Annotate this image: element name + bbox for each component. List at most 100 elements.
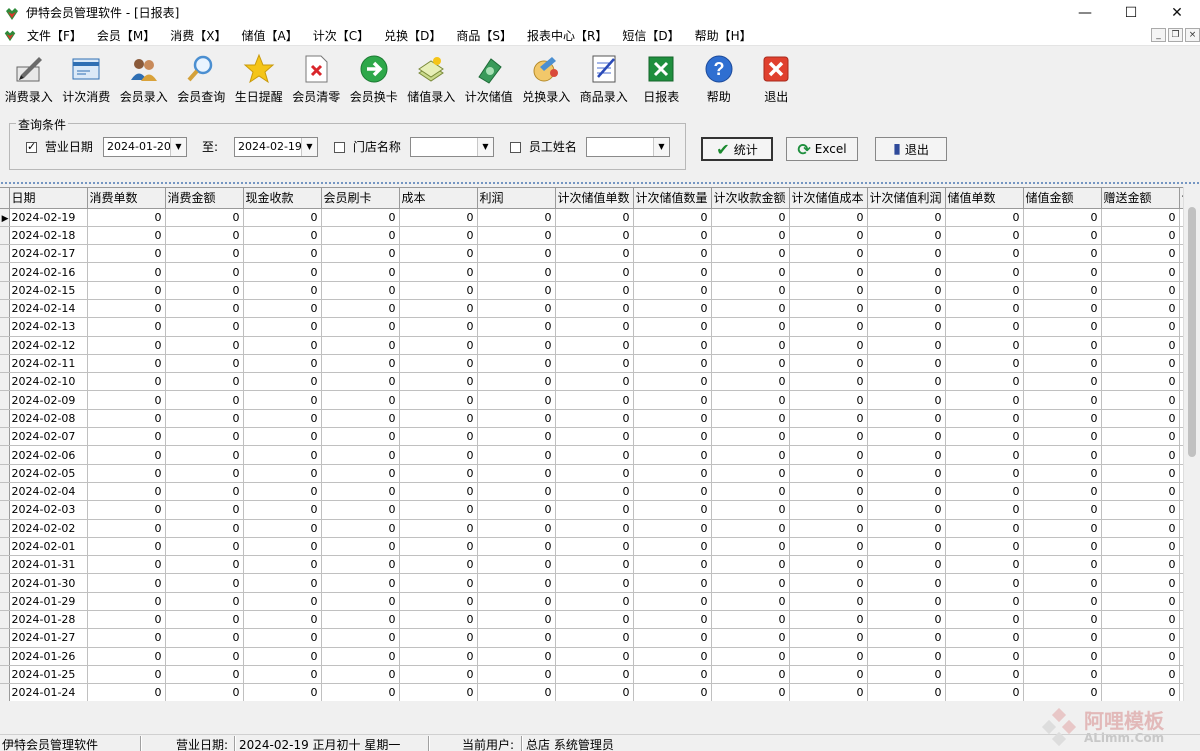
cell-value[interactable]: 0	[945, 519, 1024, 538]
cell-value[interactable]: 0	[633, 226, 712, 246]
cell-value[interactable]: 0	[711, 409, 790, 429]
cell-value[interactable]: 0	[789, 592, 868, 612]
cell-value[interactable]: 0	[633, 482, 712, 502]
row-indicator[interactable]	[0, 262, 10, 282]
business-date-checkbox[interactable]	[26, 140, 37, 153]
cell-value[interactable]: 0	[1023, 372, 1102, 392]
row-indicator[interactable]	[0, 464, 10, 483]
cell-value[interactable]: 0	[1023, 665, 1102, 685]
menu-reports[interactable]: 报表中心【R】	[521, 27, 616, 44]
cell-value[interactable]: 0	[321, 427, 400, 447]
cell-value[interactable]: 0	[945, 226, 1024, 246]
cell-value[interactable]: 0	[399, 336, 478, 355]
cell-value[interactable]: 0	[87, 665, 166, 685]
cell-value[interactable]: 0	[867, 647, 946, 666]
cell-value[interactable]: 0	[945, 299, 1024, 319]
date-to-picker[interactable]: 2024-02-19 ▼	[234, 137, 318, 157]
cell-value[interactable]: 0	[243, 445, 322, 465]
cell-value[interactable]: 0	[1101, 208, 1180, 227]
cell-value[interactable]: 0	[633, 317, 712, 337]
table-row[interactable]: 2024-01-24 0 0 0 0 0 0 0 0 0 0 0 0 0 0	[0, 683, 1200, 701]
cell-value[interactable]: 0	[87, 628, 166, 648]
column-header[interactable]: 计次储值单数	[555, 188, 634, 209]
cell-value[interactable]: 0	[321, 464, 400, 483]
cell-value[interactable]: 0	[789, 537, 868, 557]
cell-value[interactable]: 0	[711, 372, 790, 392]
menu-help[interactable]: 帮助【H】	[689, 27, 761, 44]
cell-value[interactable]: 0	[867, 262, 946, 282]
column-header[interactable]: 成本	[399, 188, 478, 209]
cell-value[interactable]: 0	[555, 445, 634, 465]
cell-value[interactable]: 0	[243, 299, 322, 319]
business-date-option[interactable]: 营业日期	[26, 138, 93, 155]
cell-value[interactable]: 0	[945, 592, 1024, 612]
cell-value[interactable]: 0	[87, 537, 166, 557]
menu-exchange[interactable]: 兑换【D】	[378, 27, 450, 44]
cell-value[interactable]: 0	[321, 317, 400, 337]
cell-value[interactable]: 0	[789, 555, 868, 575]
tool-count-consume[interactable]: 计次消费	[58, 47, 116, 107]
cell-date[interactable]: 2024-02-17	[9, 244, 88, 264]
cell-value[interactable]: 0	[477, 281, 556, 300]
cell-value[interactable]: 0	[165, 519, 244, 538]
cell-value[interactable]: 0	[633, 683, 712, 701]
cell-value[interactable]: 0	[555, 336, 634, 355]
tool-help[interactable]: ? 帮助	[690, 47, 748, 107]
cell-value[interactable]: 0	[867, 244, 946, 264]
cell-value[interactable]: 0	[399, 519, 478, 538]
cell-value[interactable]: 0	[555, 500, 634, 520]
cell-date[interactable]: 2024-02-19	[9, 208, 88, 227]
cell-value[interactable]: 0	[1023, 317, 1102, 337]
table-row[interactable]: 2024-01-25 0 0 0 0 0 0 0 0 0 0 0 0 0 0	[0, 665, 1200, 685]
cell-value[interactable]: 0	[555, 281, 634, 300]
cell-value[interactable]: 0	[633, 409, 712, 429]
cell-value[interactable]: 0	[867, 390, 946, 410]
cell-value[interactable]: 0	[399, 592, 478, 612]
cell-value[interactable]: 0	[1023, 647, 1102, 666]
cell-value[interactable]: 0	[1023, 226, 1102, 246]
cell-value[interactable]: 0	[633, 299, 712, 319]
store-checkbox[interactable]	[334, 142, 345, 153]
cell-value[interactable]: 0	[87, 555, 166, 575]
cell-value[interactable]: 0	[477, 262, 556, 282]
cell-value[interactable]: 0	[711, 482, 790, 502]
table-row[interactable]: 2024-02-06 0 0 0 0 0 0 0 0 0 0 0 0 0 0	[0, 445, 1200, 465]
cell-date[interactable]: 2024-01-31	[9, 555, 88, 575]
cell-value[interactable]: 0	[1023, 445, 1102, 465]
cell-value[interactable]: 0	[243, 281, 322, 300]
cell-value[interactable]: 0	[243, 336, 322, 355]
row-indicator[interactable]	[0, 445, 10, 465]
cell-value[interactable]: 0	[1101, 354, 1180, 374]
cell-value[interactable]: 0	[1101, 317, 1180, 337]
mdi-restore-button[interactable]: ❐	[1168, 28, 1183, 42]
table-row[interactable]: 2024-02-12 0 0 0 0 0 0 0 0 0 0 0 0 0 0	[0, 336, 1200, 355]
cell-value[interactable]: 0	[477, 592, 556, 612]
cell-value[interactable]: 0	[1023, 354, 1102, 374]
cell-value[interactable]: 0	[789, 628, 868, 648]
cell-value[interactable]: 0	[945, 464, 1024, 483]
cell-value[interactable]: 0	[945, 372, 1024, 392]
cell-value[interactable]: 0	[711, 226, 790, 246]
row-indicator[interactable]	[0, 592, 10, 612]
table-row[interactable]: 2024-02-05 0 0 0 0 0 0 0 0 0 0 0 0 0 0	[0, 464, 1200, 483]
cell-value[interactable]: 0	[867, 317, 946, 337]
row-indicator[interactable]	[0, 390, 10, 410]
cell-value[interactable]: 0	[477, 244, 556, 264]
cell-value[interactable]: 0	[321, 537, 400, 557]
cell-value[interactable]: 0	[1101, 592, 1180, 612]
cell-value[interactable]: 0	[165, 628, 244, 648]
cell-date[interactable]: 2024-02-14	[9, 299, 88, 319]
cell-value[interactable]: 0	[1101, 262, 1180, 282]
cell-value[interactable]: 0	[1023, 592, 1102, 612]
cell-date[interactable]: 2024-01-24	[9, 683, 88, 701]
cell-value[interactable]: 0	[1023, 683, 1102, 701]
cell-value[interactable]: 0	[633, 372, 712, 392]
cell-value[interactable]: 0	[243, 665, 322, 685]
cell-value[interactable]: 0	[555, 299, 634, 319]
cell-value[interactable]: 0	[1101, 683, 1180, 701]
cell-value[interactable]: 0	[789, 482, 868, 502]
cell-value[interactable]: 0	[399, 555, 478, 575]
cell-value[interactable]: 0	[1101, 665, 1180, 685]
cell-value[interactable]: 0	[789, 336, 868, 355]
cell-value[interactable]: 0	[243, 390, 322, 410]
